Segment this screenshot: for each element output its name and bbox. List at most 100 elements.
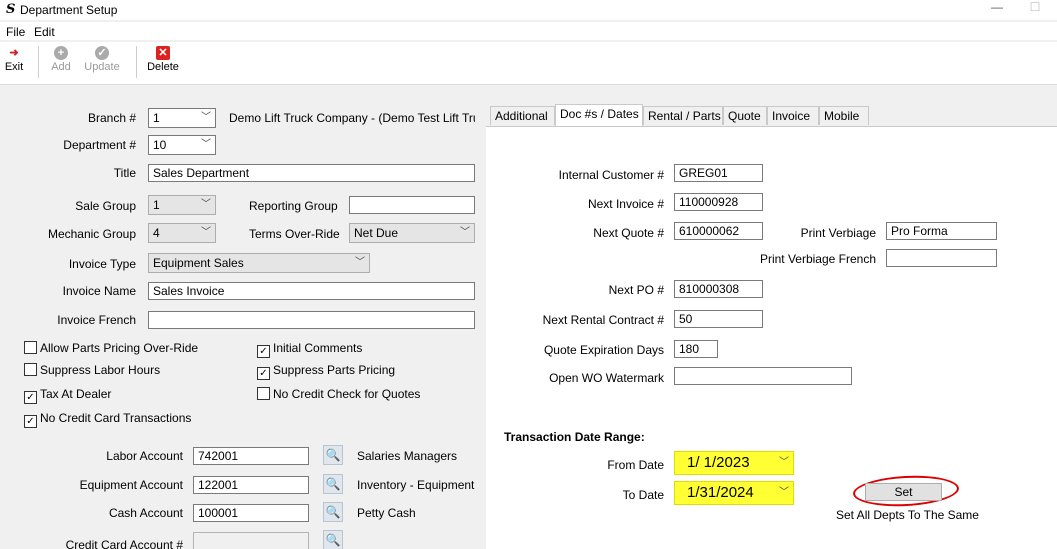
internal-customer-label: Internal Customer #	[558, 168, 664, 182]
add-button[interactable]: + Add	[46, 46, 76, 73]
toolbar: ➜ Exit + Add ✓ Update ✕ Delete	[0, 42, 1057, 85]
checkbox-box	[24, 341, 37, 354]
tab-rental-parts[interactable]: Rental / Parts	[643, 106, 723, 125]
next-quote-field[interactable]: 610000062	[674, 222, 763, 240]
terms-select[interactable]: Net Due ﹀	[349, 223, 475, 243]
sale-group-select[interactable]: 1 ﹀	[148, 195, 216, 215]
app-logo-icon: S	[6, 2, 16, 17]
cash-account-desc: Petty Cash	[357, 506, 416, 520]
suppress-labor-hours-checkbox[interactable]: Suppress Labor Hours	[24, 363, 160, 377]
tax-at-dealer-checkbox[interactable]: ✓ Tax At Dealer	[24, 387, 111, 404]
credit-card-account-label: Credit Card Account #	[65, 538, 183, 549]
exit-icon: ➜	[9, 47, 19, 59]
update-button[interactable]: ✓ Update	[78, 46, 126, 73]
cash-account-label: Cash Account	[108, 506, 183, 520]
labor-account-desc: Salaries Managers	[357, 449, 458, 463]
mechanic-group-select[interactable]: 4 ﹀	[148, 223, 216, 243]
title-label: Title	[113, 166, 136, 180]
invoice-type-label: Invoice Type	[68, 257, 136, 271]
tab-invoice[interactable]: Invoice	[767, 106, 819, 125]
delete-label: Delete	[147, 61, 179, 73]
add-icon: +	[54, 46, 68, 60]
chevron-down-icon: ﹀	[460, 227, 470, 238]
search-icon[interactable]: 🔍	[323, 502, 343, 522]
credit-card-account-field[interactable]	[193, 532, 309, 549]
next-po-label: Next PO #	[608, 283, 664, 297]
checkbox-box	[257, 387, 270, 400]
maximize-button[interactable]: ☐	[1020, 0, 1050, 20]
exit-button[interactable]: ➜ Exit	[2, 46, 26, 73]
equipment-account-desc: Inventory - Equipment	[357, 478, 475, 492]
minimize-button[interactable]: —	[982, 0, 1012, 20]
delete-x-icon: ✕	[156, 46, 170, 60]
next-quote-label: Next Quote #	[593, 226, 664, 240]
chevron-down-icon: ﹀	[201, 112, 211, 123]
print-verbiage-french-label: Print Verbiage French	[759, 252, 876, 266]
checkbox-box	[24, 363, 37, 376]
next-po-field[interactable]: 810000308	[674, 280, 763, 298]
exit-label: Exit	[4, 61, 24, 73]
equipment-account-field[interactable]: 122001	[193, 476, 309, 494]
invoice-type-select[interactable]: Equipment Sales ﹀	[148, 253, 370, 273]
print-verbiage-field[interactable]: Pro Forma	[886, 222, 997, 240]
from-date-picker[interactable]: 1/ 1/2023 ﹀	[674, 451, 794, 475]
date-range-heading: Transaction Date Range:	[504, 430, 645, 444]
watermark-field[interactable]	[674, 367, 852, 385]
window-title: Department Setup	[20, 3, 118, 17]
print-verbiage-label: Print Verbiage	[800, 226, 876, 240]
title-field[interactable]: Sales Department	[148, 164, 475, 182]
suppress-parts-pricing-checkbox[interactable]: ✓ Suppress Parts Pricing	[257, 363, 395, 380]
invoice-french-field[interactable]	[148, 311, 475, 329]
checkmark-icon: ✓	[257, 345, 270, 358]
toolbar-divider	[38, 46, 39, 78]
tab-quote[interactable]: Quote	[723, 106, 767, 125]
chevron-down-icon: ﹀	[201, 227, 211, 238]
checkmark-icon: ✓	[257, 367, 270, 380]
add-label: Add	[51, 61, 71, 73]
checkmark-icon: ✓	[24, 391, 37, 404]
quote-expiration-field[interactable]: 180	[674, 340, 718, 358]
terms-label: Terms Over-Ride	[249, 227, 340, 241]
initial-comments-checkbox[interactable]: ✓ Initial Comments	[257, 341, 362, 358]
toolbar-divider	[136, 46, 137, 78]
allow-parts-pricing-checkbox[interactable]: Allow Parts Pricing Over-Ride	[24, 341, 198, 355]
next-invoice-label: Next Invoice #	[587, 197, 664, 211]
chevron-down-icon: ﹀	[779, 487, 789, 498]
invoice-name-field[interactable]: Sales Invoice	[148, 282, 475, 300]
department-setup-window: S Department Setup — ☐ File Edit ➜ Exit …	[0, 0, 1057, 549]
title-bar: S Department Setup — ☐	[0, 0, 1057, 20]
next-invoice-field[interactable]: 110000928	[674, 193, 763, 211]
reporting-group-field[interactable]	[349, 196, 475, 214]
to-date-label: To Date	[622, 488, 664, 502]
tab-additional[interactable]: Additional	[490, 106, 555, 125]
no-credit-card-checkbox[interactable]: ✓ No Credit Card Transactions	[24, 411, 191, 428]
mechanic-group-label: Mechanic Group	[47, 227, 136, 241]
labor-account-label: Labor Account	[106, 449, 183, 463]
reporting-group-label: Reporting Group	[249, 199, 338, 213]
department-label: Department #	[63, 138, 136, 152]
search-icon[interactable]: 🔍	[323, 474, 343, 494]
next-rental-contract-label: Next Rental Contract #	[542, 313, 664, 327]
set-button[interactable]: Set	[865, 483, 942, 501]
labor-account-field[interactable]: 742001	[193, 447, 309, 465]
search-icon[interactable]: 🔍	[323, 530, 343, 549]
checkmark-icon: ✓	[24, 415, 37, 428]
internal-customer-field[interactable]: GREG01	[674, 164, 763, 182]
branch-select[interactable]: 1 ﹀	[148, 108, 216, 128]
watermark-label: Open WO Watermark	[549, 371, 664, 385]
tab-mobile[interactable]: Mobile	[819, 106, 869, 125]
chevron-down-icon: ﹀	[201, 199, 211, 210]
sale-group-label: Sale Group	[75, 199, 136, 213]
menu-file[interactable]: File	[6, 25, 25, 39]
cash-account-field[interactable]: 100001	[193, 504, 309, 522]
print-verbiage-french-field[interactable]	[886, 249, 997, 267]
menu-edit[interactable]: Edit	[34, 25, 55, 39]
department-select[interactable]: 10 ﹀	[148, 135, 216, 155]
to-date-picker[interactable]: 1/31/2024 ﹀	[674, 481, 794, 505]
tab-doc-dates[interactable]: Doc #s / Dates	[555, 104, 643, 126]
delete-button[interactable]: ✕ Delete	[144, 46, 182, 73]
chevron-down-icon: ﹀	[779, 457, 789, 468]
search-icon[interactable]: 🔍	[323, 445, 343, 465]
no-credit-check-checkbox[interactable]: No Credit Check for Quotes	[257, 387, 420, 401]
next-rental-contract-field[interactable]: 50	[674, 310, 763, 328]
